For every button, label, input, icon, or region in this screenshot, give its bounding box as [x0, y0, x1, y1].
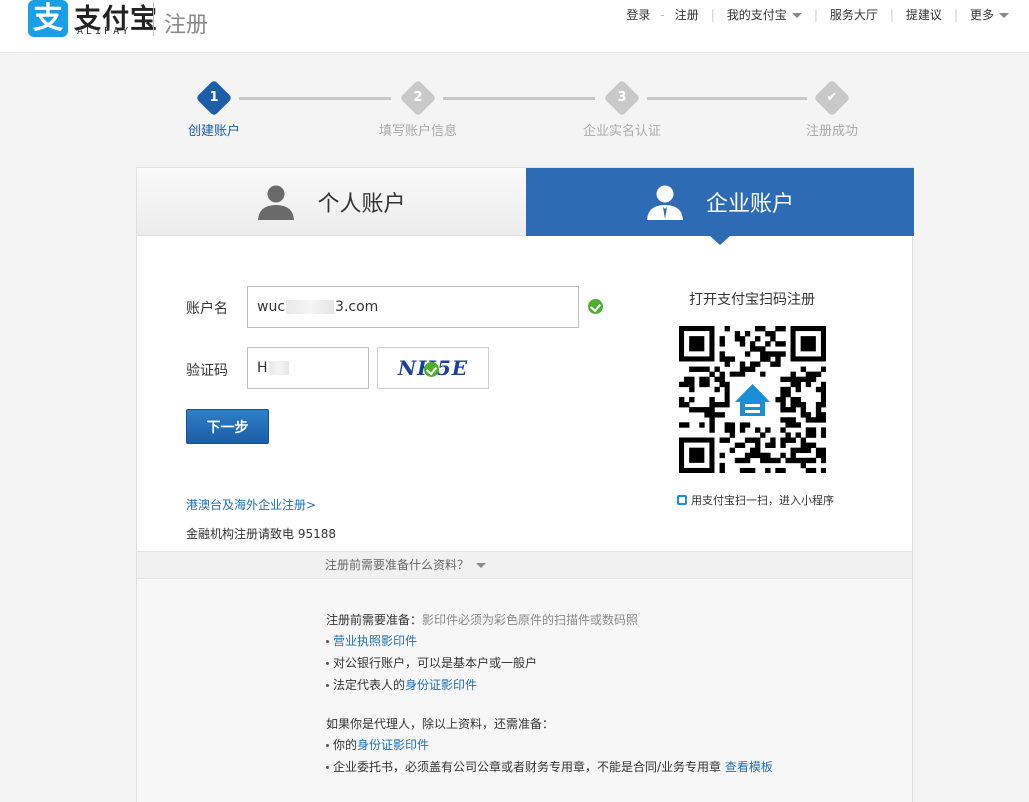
bullet-icon	[326, 744, 329, 747]
step-1-label: 创建账户	[187, 124, 240, 139]
nav-separator: |	[953, 7, 958, 22]
chevron-down-icon	[476, 563, 487, 568]
qr-hint-text: 用支付宝扫一扫，进入小程序	[691, 494, 834, 507]
finance-hotline-note: 金融机构注册请致电 95188	[186, 527, 336, 541]
bullet-icon	[326, 640, 329, 643]
prep-heading-text: 注册前需要准备：	[326, 613, 423, 627]
account-value-end: 3.com	[335, 299, 379, 315]
tab-company[interactable]: 企业账户	[526, 168, 914, 245]
account-input[interactable]: wuc 3.com	[247, 286, 579, 328]
bullet-icon	[326, 766, 329, 769]
prep-toggle-label: 注册前需要准备什么资料？	[325, 558, 470, 572]
list-item-text: 对公银行账户，可以是基本户或一般户	[333, 656, 538, 670]
mini-program-icon	[677, 495, 687, 505]
more-menu[interactable]: 更多	[964, 6, 1015, 23]
step-connector	[647, 97, 807, 100]
my-alipay-menu[interactable]: 我的支付宝	[721, 6, 808, 23]
prep-toggle[interactable]: 注册前需要准备什么资料？	[137, 551, 912, 579]
login-link[interactable]: 登录	[620, 6, 656, 23]
captcha-value: H	[257, 360, 268, 376]
check-circle-icon	[424, 362, 439, 377]
more-label: 更多	[969, 8, 994, 22]
account-value-start: wuc	[257, 299, 286, 315]
my-alipay-label: 我的支付宝	[726, 8, 787, 22]
tab-company-label: 企业账户	[705, 192, 794, 217]
captcha-image[interactable]: NH5E	[377, 347, 489, 389]
step-4-label: 注册成功	[805, 124, 858, 139]
step-3-number: 3	[617, 90, 627, 105]
account-label: 账户名	[186, 301, 228, 317]
feedback-link[interactable]: 提建议	[900, 6, 948, 23]
masked-text	[286, 300, 335, 314]
list-item: 你的身份证影印件	[326, 736, 429, 753]
step-connector	[239, 97, 391, 100]
alipay-logo-icon[interactable]: 支	[28, 0, 68, 37]
top-nav: 登录 - 注册 | 我的支付宝 | 服务大厅 | 提建议 | 更多	[620, 6, 1015, 23]
prep-heading: 注册前需要准备：影印件必须为彩色原件的扫描件或数码照	[326, 611, 638, 628]
tab-personal-label: 个人账户	[317, 191, 406, 217]
captcha-label: 验证码	[186, 363, 228, 379]
business-person-icon	[646, 185, 683, 220]
overseas-register-link[interactable]: 港澳台及海外企业注册>	[186, 496, 316, 513]
agent-id-link[interactable]: 身份证影印件	[357, 738, 429, 752]
bullet-icon	[326, 684, 329, 687]
prep-content: 注册前需要准备：影印件必须为彩色原件的扫描件或数码照 营业执照影印件 对公银行账…	[137, 580, 912, 802]
next-step-button[interactable]: 下一步	[186, 409, 269, 444]
nav-separator: |	[813, 7, 818, 22]
step-4-check-icon: ✔	[826, 90, 838, 105]
business-license-link[interactable]: 营业执照影印件	[333, 634, 417, 648]
list-item: 对公银行账户，可以是基本户或一般户	[326, 654, 537, 671]
prep-heading-note: 影印件必须为彩色原件的扫描件或数码照	[422, 613, 639, 627]
nav-separator: |	[710, 7, 715, 22]
legal-rep-id-link[interactable]: 身份证影印件	[405, 678, 477, 692]
header: 支 支付宝 ALIPAY 注册 登录 - 注册 | 我的支付宝 | 服务大厅 |…	[0, 0, 1029, 53]
bullet-icon	[326, 662, 329, 665]
step-1-number: 1	[209, 90, 219, 105]
step-2-number: 2	[413, 90, 423, 105]
check-circle-icon	[588, 299, 603, 314]
logo-subtext: ALIPAY	[77, 26, 132, 37]
register-link[interactable]: 注册	[669, 6, 705, 23]
captcha-input[interactable]: H	[247, 347, 369, 389]
list-item: 企业委托书，必须盖有公司公章或者财务专用章，不能是合同/业务专用章 查看模板	[326, 758, 773, 775]
agent-heading: 如果你是代理人，除以上资料，还需准备：	[326, 717, 555, 731]
view-template-link[interactable]: 查看模板	[725, 760, 773, 774]
qr-code-image	[679, 326, 826, 473]
nav-separator: |	[889, 7, 894, 22]
logo-divider	[153, 2, 154, 36]
step-3-label: 企业实名认证	[582, 124, 661, 139]
nav-dot: -	[660, 7, 665, 22]
page-title: 注册	[164, 13, 209, 38]
chevron-down-icon	[791, 13, 802, 18]
qr-title: 打开支付宝扫码注册	[689, 292, 815, 308]
register-card: 个人账户 企业账户 账户名 wuc 3.com 验证码 H NH5E 下一步 港澳…	[136, 167, 914, 802]
list-item-text: 企业委托书，必须盖有公司公章或者财务专用章，不能是合同/业务专用章	[333, 760, 722, 774]
chevron-down-icon	[999, 13, 1009, 18]
service-hall-link[interactable]: 服务大厅	[824, 6, 884, 23]
progress-steps: 1 创建账户 2 填写账户信息 3 企业实名认证 ✔ 注册成功	[0, 79, 1029, 140]
person-icon	[258, 185, 295, 220]
list-item: 营业执照影印件	[326, 632, 417, 649]
step-2-label: 填写账户信息	[378, 124, 457, 139]
step-connector	[443, 97, 595, 100]
list-item: 法定代表人的身份证影印件	[326, 676, 477, 693]
qr-hint: 用支付宝扫一扫，进入小程序	[677, 492, 834, 508]
list-item-text: 你的	[333, 738, 358, 752]
tab-personal[interactable]: 个人账户	[137, 168, 526, 236]
list-item-text: 法定代表人的	[333, 678, 406, 692]
masked-text	[268, 361, 289, 375]
